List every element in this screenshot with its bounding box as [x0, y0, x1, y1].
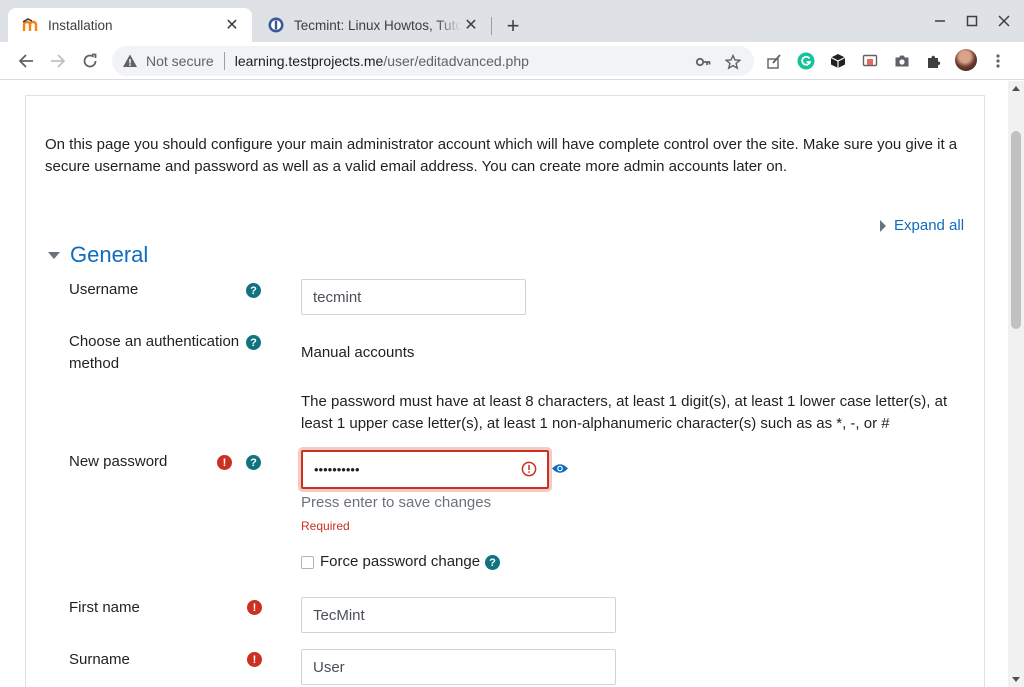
- warning-icon[interactable]: [122, 53, 138, 69]
- password-value: ••••••••••: [314, 462, 360, 477]
- section-title: General: [70, 242, 149, 267]
- help-icon[interactable]: ?: [246, 455, 261, 470]
- expand-all-link[interactable]: Expand all: [880, 217, 964, 234]
- tab-strip: Installation ✕ Tecmint: Linux Howtos, Tu…: [0, 0, 1024, 42]
- camera-icon[interactable]: [893, 52, 911, 70]
- force-password-change-checkbox[interactable]: [301, 556, 314, 569]
- avatar[interactable]: [955, 49, 977, 71]
- error-circle-icon: [521, 461, 537, 477]
- divider: [223, 52, 225, 70]
- surname-label: Surname: [69, 651, 130, 668]
- tab-installation[interactable]: Installation ✕: [8, 8, 252, 42]
- required-icon: !: [217, 455, 232, 470]
- auth-method-value: Manual accounts: [301, 344, 415, 361]
- password-policy-text: The password must have at least 8 charac…: [301, 393, 948, 432]
- required-error: Required: [301, 519, 350, 533]
- help-icon[interactable]: ?: [246, 283, 261, 298]
- required-icon: !: [247, 652, 262, 667]
- username-input[interactable]: tecmint: [301, 279, 526, 315]
- first-name-input[interactable]: TecMint: [301, 597, 616, 633]
- scroll-down-icon[interactable]: [1012, 677, 1020, 682]
- tecmint-favicon-icon: [268, 17, 284, 33]
- forward-arrow-icon[interactable]: [45, 48, 71, 74]
- tab-close-icon[interactable]: ✕: [461, 15, 481, 35]
- username-label: Username: [69, 281, 139, 298]
- edit-extension-icon[interactable]: [765, 52, 783, 70]
- auth-method-label: Choose an authentication method: [69, 333, 240, 372]
- section-header-general[interactable]: General: [48, 242, 148, 268]
- new-password-input[interactable]: ••••••••••: [301, 450, 549, 489]
- surname-input[interactable]: User: [301, 649, 616, 685]
- back-arrow-icon[interactable]: [13, 48, 39, 74]
- key-icon[interactable]: [694, 53, 712, 71]
- tab-separator: [491, 17, 492, 35]
- tab-title: Tecmint: Linux Howtos, Tutorials & Guide…: [294, 17, 461, 33]
- close-icon[interactable]: [993, 10, 1015, 32]
- cast-extension-icon[interactable]: [861, 52, 879, 70]
- grammarly-icon[interactable]: [797, 52, 815, 70]
- tab-close-icon[interactable]: ✕: [222, 15, 242, 35]
- required-icon: !: [247, 600, 262, 615]
- page-viewport: On this page you should configure your m…: [0, 81, 1008, 687]
- force-password-change-label[interactable]: Force password change: [320, 553, 480, 570]
- browser-toolbar: Not secure learning.testprojects.me/user…: [0, 42, 1024, 80]
- help-icon[interactable]: ?: [246, 335, 261, 350]
- tab-title: Installation: [48, 17, 113, 33]
- reload-icon[interactable]: [77, 48, 103, 74]
- url-host: learning.testprojects.me: [234, 53, 384, 69]
- maximize-icon[interactable]: [961, 10, 983, 32]
- scroll-up-icon[interactable]: [1012, 86, 1020, 91]
- reveal-password-eye-icon[interactable]: [551, 462, 569, 475]
- caret-right-icon: [880, 219, 886, 232]
- url-path: /user/editadvanced.php: [383, 53, 529, 69]
- intro-text: On this page you should configure your m…: [45, 136, 958, 175]
- address-bar[interactable]: Not secure learning.testprojects.me/user…: [112, 46, 754, 76]
- first-name-label: First name: [69, 599, 140, 616]
- scrollbar-thumb[interactable]: [1011, 131, 1021, 329]
- tab-tecmint[interactable]: Tecmint: Linux Howtos, Tutorials & Guide…: [254, 8, 491, 42]
- moodle-favicon-icon: [22, 17, 38, 33]
- puzzle-icon[interactable]: [925, 52, 943, 70]
- cube-extension-icon[interactable]: [829, 52, 847, 70]
- security-label[interactable]: Not secure: [146, 53, 214, 69]
- minimize-icon[interactable]: [929, 10, 951, 32]
- menu-dots-icon[interactable]: [989, 52, 1007, 70]
- expand-all-label: Expand all: [894, 217, 965, 234]
- star-icon[interactable]: [724, 53, 742, 71]
- plus-icon[interactable]: +: [500, 13, 526, 39]
- page-scrollbar[interactable]: [1008, 81, 1024, 687]
- caret-down-icon: [48, 251, 60, 259]
- password-hint: Press enter to save changes: [301, 494, 492, 511]
- help-icon[interactable]: ?: [485, 555, 500, 570]
